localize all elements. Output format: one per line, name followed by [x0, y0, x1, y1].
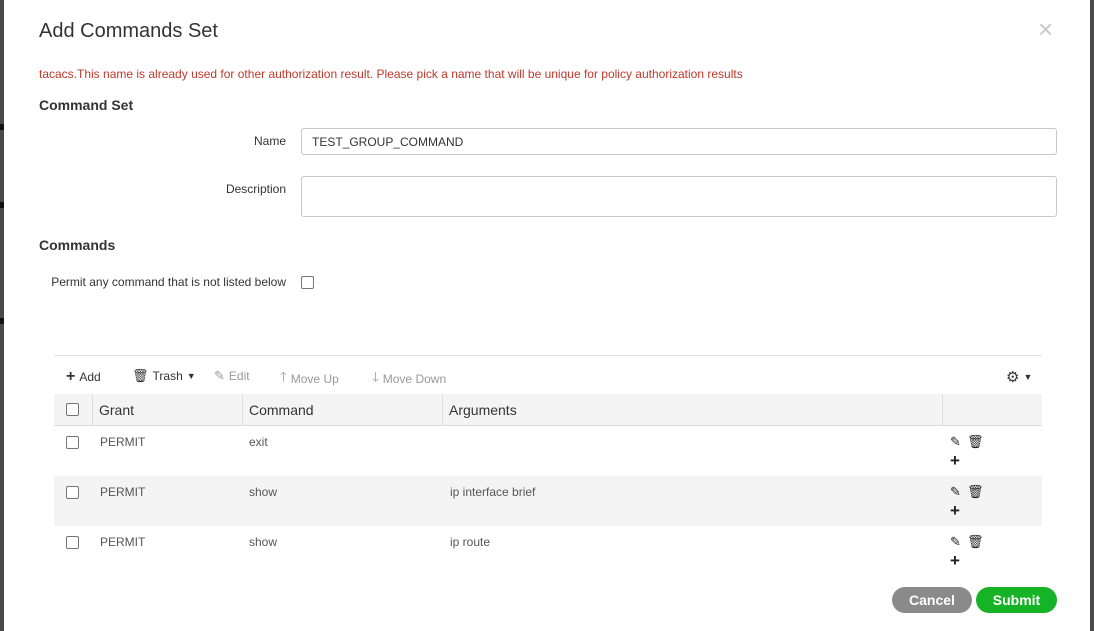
- command-set-heading: Command Set: [39, 97, 134, 113]
- trash-button[interactable]: 🗑 Trash ▼: [132, 368, 196, 384]
- description-input[interactable]: [301, 176, 1057, 217]
- edit-icon[interactable]: ✎: [950, 434, 961, 450]
- plus-icon[interactable]: +: [950, 452, 960, 469]
- column-header-actions: [942, 394, 1042, 426]
- column-header-grant[interactable]: Grant: [92, 394, 242, 426]
- edit-icon[interactable]: ✎: [950, 534, 961, 550]
- grant-cell: PERMIT: [100, 485, 146, 499]
- row-checkbox[interactable]: [66, 486, 79, 499]
- edit-icon[interactable]: ✎: [950, 484, 961, 500]
- column-header-arguments[interactable]: Arguments: [442, 394, 942, 426]
- table-row: PERMIT show ip route ✎ 🗑 +: [54, 526, 1042, 576]
- submit-button[interactable]: Submit: [976, 587, 1057, 613]
- commands-heading: Commands: [39, 237, 116, 253]
- move-up-button[interactable]: 🡑 Move Up: [280, 368, 339, 390]
- error-message: tacacs.This name is already used for oth…: [39, 67, 743, 81]
- command-cell: show: [249, 485, 278, 499]
- permit-any-label: Permit any command that is not listed be…: [51, 275, 286, 289]
- arguments-cell: ip interface brief: [450, 485, 536, 499]
- select-all-checkbox[interactable]: [66, 403, 79, 416]
- command-cell: exit: [249, 435, 268, 449]
- table-header: Grant Command Arguments: [54, 394, 1042, 426]
- plus-icon[interactable]: +: [950, 502, 960, 519]
- caret-down-icon: ▼: [186, 371, 196, 381]
- table-row: PERMIT show ip interface brief ✎ 🗑 +: [54, 476, 1042, 526]
- commands-table: + Add 🗑 Trash ▼ ✎ Edit 🡑 Move Up 🡓 Move …: [54, 355, 1042, 576]
- grant-cell: PERMIT: [100, 435, 146, 449]
- trash-icon[interactable]: 🗑: [967, 484, 984, 500]
- description-label: Description: [225, 182, 286, 196]
- name-label: Name: [253, 134, 286, 148]
- table-toolbar: + Add 🗑 Trash ▼ ✎ Edit 🡑 Move Up 🡓 Move …: [54, 356, 1042, 394]
- move-down-button[interactable]: 🡓 Move Down: [372, 368, 446, 390]
- plus-icon[interactable]: +: [950, 552, 960, 569]
- caret-down-icon: ▼: [1023, 372, 1033, 382]
- trash-icon[interactable]: 🗑: [967, 534, 984, 550]
- plus-icon: +: [66, 368, 76, 385]
- dialog-title: Add Commands Set: [39, 20, 218, 42]
- column-header-command[interactable]: Command: [242, 394, 442, 426]
- trash-icon: 🗑: [132, 368, 149, 383]
- grant-cell: PERMIT: [100, 535, 146, 549]
- cancel-button[interactable]: Cancel: [892, 587, 972, 613]
- add-button[interactable]: + Add: [66, 368, 101, 386]
- edit-button[interactable]: ✎ Edit: [214, 368, 250, 384]
- name-input[interactable]: [301, 128, 1057, 155]
- permit-any-checkbox[interactable]: [301, 276, 314, 289]
- add-commands-set-dialog: Add Commands Set × tacacs.This name is a…: [4, 0, 1090, 631]
- arrow-up-icon: 🡑: [280, 369, 287, 384]
- row-checkbox[interactable]: [66, 436, 79, 449]
- row-checkbox[interactable]: [66, 536, 79, 549]
- table-row: PERMIT exit ✎ 🗑 +: [54, 426, 1042, 476]
- command-cell: show: [249, 535, 278, 549]
- arguments-cell: ip route: [450, 535, 491, 549]
- edit-icon: ✎: [214, 368, 225, 383]
- arrow-down-icon: 🡓: [372, 369, 379, 384]
- trash-icon[interactable]: 🗑: [967, 434, 984, 450]
- gear-icon: ⚙: [1006, 369, 1020, 386]
- close-icon[interactable]: ×: [1038, 16, 1053, 42]
- settings-button[interactable]: ⚙ ▼: [1006, 368, 1032, 386]
